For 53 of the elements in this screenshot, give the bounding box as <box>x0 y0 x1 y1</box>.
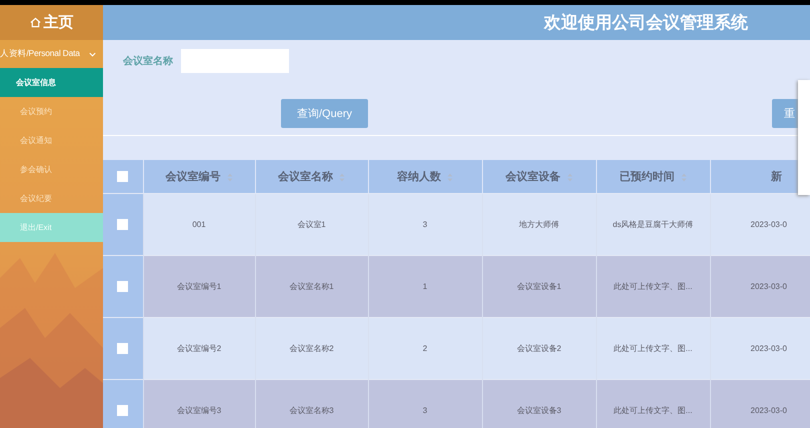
table-cell: 001 <box>143 194 255 256</box>
table-cell: 会议室设备3 <box>482 380 596 428</box>
table-cell: 会议室编号2 <box>143 318 255 380</box>
table-cell: 3 <box>368 194 482 256</box>
column-header[interactable]: 容纳人数 <box>368 160 482 194</box>
table-cell: 地方大师傅 <box>482 194 596 256</box>
sidebar-item[interactable]: 退出/Exit <box>0 213 103 242</box>
table-cell: ds风格是豆腐干大师傅 <box>596 194 710 256</box>
table-cell: 会议室名称1 <box>255 256 368 318</box>
section-label: 人资料/Personal Data <box>0 48 80 60</box>
table-cell: 会议室名称2 <box>255 318 368 380</box>
menu-section-header[interactable]: 人资料/Personal Data <box>0 40 103 68</box>
home-icon <box>30 17 40 28</box>
table-cell: 会议室设备1 <box>482 256 596 318</box>
checkbox[interactable] <box>117 343 128 354</box>
column-header[interactable]: 会议室名称 <box>255 160 368 194</box>
sidebar-item[interactable]: 会议室信息 <box>0 68 103 97</box>
checkbox[interactable] <box>117 405 128 416</box>
table-cell: 2023-03-0 <box>710 256 810 318</box>
table-cell: 此处可上传文字、图... <box>596 256 710 318</box>
table-cell: 2023-03-0 <box>710 318 810 380</box>
table-cell: 2023-03-0 <box>710 194 810 256</box>
sidebar-item[interactable]: 会议纪要 <box>0 184 103 213</box>
field-label: 会议室名称 <box>123 54 173 68</box>
checkbox[interactable] <box>117 219 128 230</box>
page-title: 欢迎使用公司会议管理系统 <box>544 12 748 34</box>
sidebar-item[interactable]: 会议预约 <box>0 97 103 126</box>
sort-icon <box>680 172 686 182</box>
checkbox[interactable] <box>117 281 128 292</box>
column-header[interactable]: 已预约时间 <box>596 160 710 194</box>
table-cell: 3 <box>368 380 482 428</box>
sort-icon <box>339 172 345 182</box>
table-cell: 2023-03-0 <box>710 380 810 428</box>
column-header[interactable]: 会议室编号 <box>143 160 255 194</box>
checkbox[interactable] <box>117 171 128 182</box>
sidebar-item[interactable]: 参会确认 <box>0 155 103 184</box>
input-field[interactable] <box>181 49 289 73</box>
table-cell: 会议室1 <box>255 194 368 256</box>
sort-icon <box>447 172 453 182</box>
sort-icon <box>226 172 232 182</box>
query-button[interactable]: 查询/Query <box>281 99 368 128</box>
column-header[interactable]: 会议室设备 <box>482 160 596 194</box>
home-link[interactable]: 主页 <box>0 5 103 40</box>
table-cell: 此处可上传文字、图... <box>596 318 710 380</box>
table-cell: 此处可上传文字、图... <box>596 380 710 428</box>
table-cell: 2 <box>368 318 482 380</box>
table-cell: 会议室名称3 <box>255 380 368 428</box>
table-cell: 会议室编号1 <box>143 256 255 318</box>
table-cell: 会议室设备2 <box>482 318 596 380</box>
table-cell: 1 <box>368 256 482 318</box>
sidebar-item[interactable]: 会议通知 <box>0 126 103 155</box>
sort-icon <box>566 172 572 182</box>
table-cell: 会议室编号3 <box>143 380 255 428</box>
